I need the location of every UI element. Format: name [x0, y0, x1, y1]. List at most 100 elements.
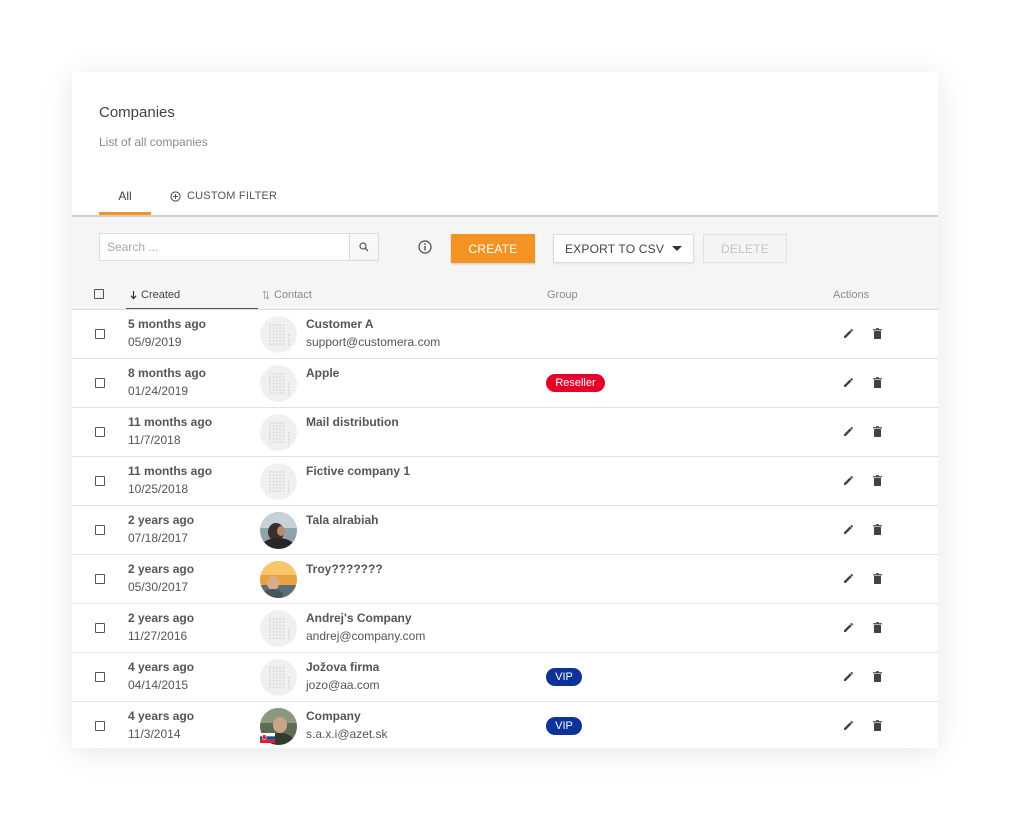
table-row[interactable]: 8 months ago 01/24/2019 Apple Reseller — [72, 359, 938, 408]
created-relative: 2 years ago — [128, 513, 195, 527]
table-row[interactable]: 2 years ago 07/18/2017 Tala alrabiah — [72, 506, 938, 555]
search-icon — [359, 242, 369, 252]
created-date: 11/3/2014 — [128, 727, 181, 741]
create-button[interactable]: CREATE — [451, 234, 535, 263]
created-date: 11/27/2016 — [128, 629, 188, 643]
caret-down-icon — [672, 246, 683, 251]
column-contact-label: Contact — [274, 289, 312, 301]
table-row[interactable]: 2 years ago 05/30/2017 Troy??????? — [72, 555, 938, 604]
sort-icon — [262, 290, 270, 300]
active-tab-indicator — [99, 212, 151, 215]
table-row[interactable]: 5 months ago 05/9/2019 Customer A support@c… — [72, 310, 938, 359]
contact-avatar — [260, 512, 297, 549]
trash-icon[interactable] — [871, 572, 884, 585]
trash-icon[interactable] — [871, 327, 884, 340]
trash-icon[interactable] — [871, 523, 884, 536]
column-created[interactable]: Created — [130, 289, 180, 301]
created-relative: 11 months ago — [128, 464, 213, 478]
row-checkbox[interactable] — [95, 721, 105, 731]
created-date: 05/30/2017 — [128, 580, 189, 594]
contact-name[interactable]: Fictive company 1 — [306, 464, 410, 478]
tab-custom-filter[interactable]: CUSTOM FILTER — [170, 190, 277, 202]
search-button[interactable] — [349, 234, 378, 260]
column-contact[interactable]: Contact — [262, 289, 312, 301]
companies-table-body: 5 months ago 05/9/2019 Customer A support@c… — [72, 309, 938, 748]
contact-avatar — [260, 316, 297, 353]
created-date: 05/9/2019 — [128, 335, 182, 349]
created-date: 01/24/2019 — [128, 384, 189, 398]
tab-all[interactable]: All — [99, 189, 151, 215]
edit-icon[interactable] — [842, 376, 855, 389]
table-row[interactable]: 2 years ago 11/27/2016 Andrej's Company and… — [72, 604, 938, 653]
table-row[interactable]: 11 months ago 10/25/2018 Fictive company 1 — [72, 457, 938, 506]
delete-button[interactable]: DELETE — [703, 234, 787, 263]
row-checkbox[interactable] — [95, 427, 105, 437]
contact-name[interactable]: Mail distribution — [306, 415, 399, 429]
column-actions: Actions — [833, 289, 869, 301]
trash-icon[interactable] — [871, 376, 884, 389]
contact-avatar — [260, 414, 297, 451]
trash-icon[interactable] — [871, 474, 884, 487]
edit-icon[interactable] — [842, 719, 855, 732]
tab-custom-filter-label: CUSTOM FILTER — [187, 190, 278, 202]
trash-icon[interactable] — [871, 425, 884, 438]
created-relative: 2 years ago — [128, 562, 195, 576]
page-title: Companies — [99, 104, 175, 121]
contact-name[interactable]: Andrej's Company — [306, 611, 412, 625]
edit-icon[interactable] — [842, 621, 855, 634]
contact-name[interactable]: Company — [306, 709, 361, 723]
contact-email: jozo@aa.com — [306, 678, 380, 692]
edit-icon[interactable] — [842, 572, 855, 585]
created-date: 10/25/2018 — [128, 482, 189, 496]
table-row[interactable]: 11 months ago 11/7/2018 Mail distribution — [72, 408, 938, 457]
table-row[interactable]: 4 years ago 04/14/2015 Jožova firma jozo@aa… — [72, 653, 938, 702]
table-row[interactable]: 4 years ago 11/3/2014 Company s.a.x.i@azet.… — [72, 702, 938, 748]
row-checkbox[interactable] — [95, 574, 105, 584]
column-created-label: Created — [141, 289, 181, 301]
row-checkbox[interactable] — [95, 476, 105, 486]
export-csv-label: EXPORT TO CSV — [564, 241, 665, 256]
edit-icon[interactable] — [842, 474, 855, 487]
created-relative: 4 years ago — [128, 709, 195, 723]
contact-email: support@customera.com — [306, 335, 441, 349]
page-header: Companies List of all companies All CUST… — [72, 72, 938, 217]
trash-icon[interactable] — [871, 621, 884, 634]
arrow-down-icon — [130, 291, 137, 300]
row-checkbox[interactable] — [95, 329, 105, 339]
created-relative: 5 months ago — [128, 317, 207, 331]
group-badge: Reseller — [546, 374, 605, 392]
contact-avatar — [260, 610, 297, 647]
row-checkbox[interactable] — [95, 378, 105, 388]
contact-avatar — [260, 659, 297, 696]
created-relative: 8 months ago — [128, 366, 207, 380]
slovakia-flag-icon — [260, 733, 275, 743]
search-input[interactable] — [100, 234, 350, 260]
contact-name[interactable]: Customer A — [306, 317, 374, 331]
row-checkbox[interactable] — [95, 623, 105, 633]
edit-icon[interactable] — [842, 523, 855, 536]
contact-email: s.a.x.i@azet.sk — [306, 727, 388, 741]
trash-icon[interactable] — [871, 670, 884, 683]
created-date: 07/18/2017 — [128, 531, 189, 545]
page-subtitle: List of all companies — [99, 135, 208, 149]
edit-icon[interactable] — [842, 670, 855, 683]
contact-name[interactable]: Troy??????? — [306, 562, 383, 576]
contact-avatar — [260, 463, 297, 500]
edit-icon[interactable] — [842, 425, 855, 438]
export-csv-button[interactable]: EXPORT TO CSV — [553, 234, 694, 263]
contact-avatar — [260, 561, 297, 598]
edit-icon[interactable] — [842, 327, 855, 340]
toolbar: CREATE EXPORT TO CSV DELETE — [72, 217, 938, 289]
contact-name[interactable]: Tala alrabiah — [306, 513, 378, 527]
created-date: 11/7/2018 — [128, 433, 181, 447]
companies-card: Companies List of all companies All CUST… — [72, 72, 938, 748]
trash-icon[interactable] — [871, 719, 884, 732]
table-header: Created Contact Group Actions — [72, 289, 938, 310]
row-checkbox[interactable] — [95, 672, 105, 682]
contact-name[interactable]: Apple — [306, 366, 339, 380]
info-icon[interactable] — [417, 239, 433, 255]
contact-name[interactable]: Jožova firma — [306, 660, 379, 674]
select-all-checkbox[interactable] — [94, 289, 104, 299]
row-checkbox[interactable] — [95, 525, 105, 535]
column-group: Group — [547, 289, 578, 301]
